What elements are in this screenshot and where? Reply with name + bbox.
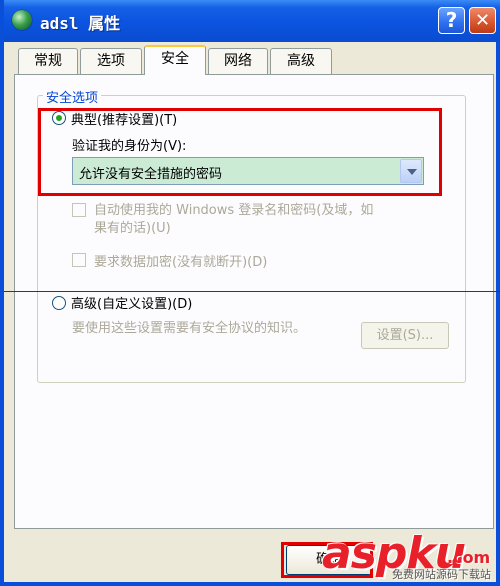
auto-logon-label-line1: 自动使用我的 Windows 登录名和密码(及域，如	[94, 203, 374, 218]
tab-general[interactable]: 常规	[18, 48, 78, 74]
tab-advanced[interactable]: 高级	[270, 48, 332, 74]
advanced-radio[interactable]	[52, 296, 66, 310]
auto-logon-checkbox[interactable]	[72, 203, 86, 217]
tab-security[interactable]: 安全	[144, 45, 206, 75]
require-encryption-checkbox[interactable]	[72, 253, 86, 267]
require-encryption-label: 要求数据加密(没有就断开)(D)	[94, 255, 268, 270]
title-bar[interactable]: adsl 属性 ? ✕	[4, 0, 500, 42]
chevron-down-icon[interactable]	[400, 159, 422, 183]
watermark-domain: .com	[447, 548, 491, 567]
tab-networking[interactable]: 网络	[208, 48, 268, 74]
typical-radio-label[interactable]: 典型(推荐设置)(T)	[71, 109, 177, 128]
help-button[interactable]: ?	[438, 7, 465, 34]
verify-identity-value: 允许没有安全措施的密码	[79, 167, 223, 182]
tab-options[interactable]: 选项	[80, 48, 142, 74]
verify-identity-label: 验证我的身份为(V):	[72, 139, 187, 154]
auto-logon-label-line2: 果有的话)(U)	[94, 221, 171, 236]
window-title: adsl 属性	[40, 14, 121, 33]
settings-button[interactable]: 设置(S)...	[361, 322, 449, 349]
watermark-tagline: 免费网站源码下载站	[392, 568, 491, 581]
network-connection-icon	[12, 10, 32, 30]
security-options-label: 安全选项	[43, 87, 102, 106]
advanced-radio-label[interactable]: 高级(自定义设置)(D)	[71, 293, 192, 312]
advanced-description: 要使用这些设置需要有安全协议的知识。	[72, 321, 307, 336]
close-button[interactable]: ✕	[469, 7, 496, 34]
verify-identity-select[interactable]: 允许没有安全措施的密码	[72, 157, 424, 185]
typical-radio[interactable]	[52, 111, 66, 125]
properties-window: adsl 属性 ? ✕ 常规 选项 安全 网络 高级 安全选项 典型(推荐设置)…	[0, 0, 500, 586]
divider-line	[4, 291, 500, 292]
